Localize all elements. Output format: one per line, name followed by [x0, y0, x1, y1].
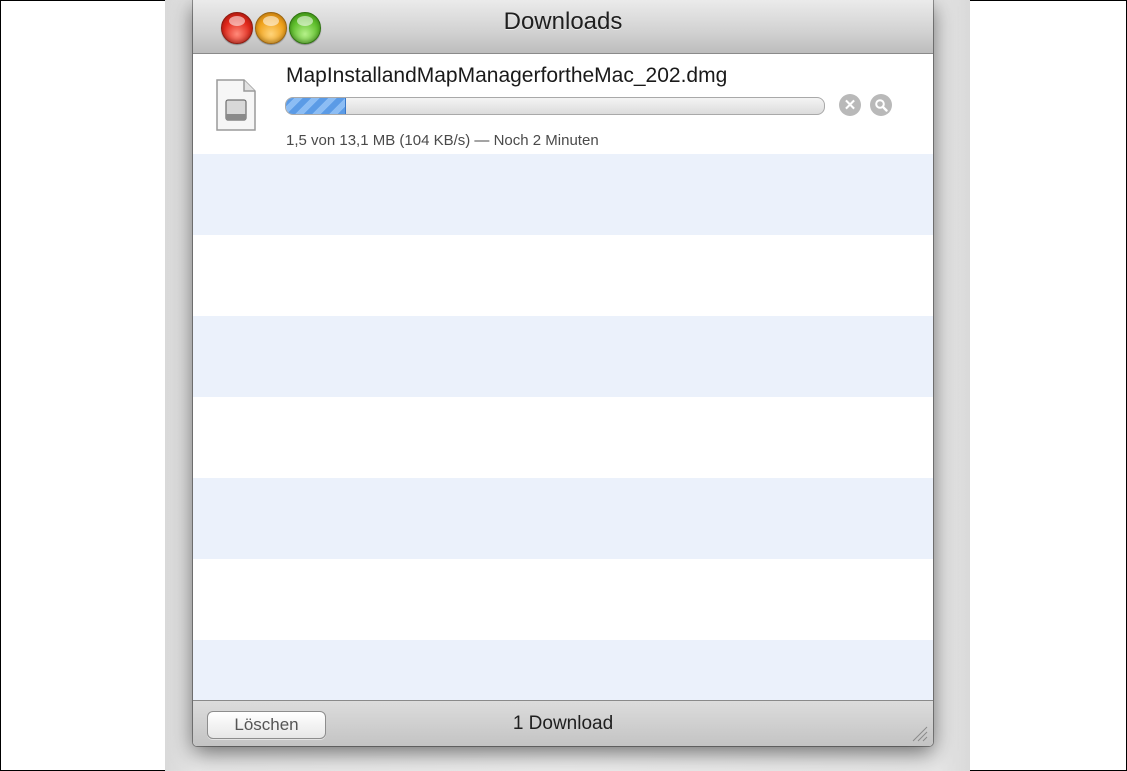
- list-stripe: [193, 640, 933, 700]
- window-title: Downloads: [503, 8, 623, 35]
- list-stripe: [193, 316, 933, 397]
- title-bar[interactable]: Downloads: [193, 0, 933, 54]
- download-progress-fill: [286, 98, 347, 114]
- download-item[interactable]: MapInstallandMapManagerfortheMac_202.dmg…: [193, 54, 933, 154]
- downloads-list[interactable]: MapInstallandMapManagerfortheMac_202.dmg…: [193, 54, 933, 700]
- cancel-icon[interactable]: ✕: [839, 94, 861, 116]
- magnifier-glyph: [875, 99, 888, 112]
- download-progress-bar: [285, 97, 825, 115]
- bottom-toolbar: Löschen 1 Download: [193, 700, 933, 746]
- resize-grip-icon[interactable]: [907, 721, 929, 743]
- downloads-window: Downloads MapInstallandMapManagerfortheM…: [193, 0, 933, 746]
- list-stripe: [193, 154, 933, 235]
- file-name: MapInstallandMapManagerfortheMac_202.dmg: [286, 64, 728, 87]
- disk-image-icon: [216, 79, 256, 131]
- download-status: 1,5 von 13,1 MB (104 KB/s) — Noch 2 Minu…: [286, 132, 599, 149]
- list-stripe: [193, 478, 933, 559]
- download-count: 1 Download: [512, 713, 614, 734]
- magnifier-icon[interactable]: [870, 94, 892, 116]
